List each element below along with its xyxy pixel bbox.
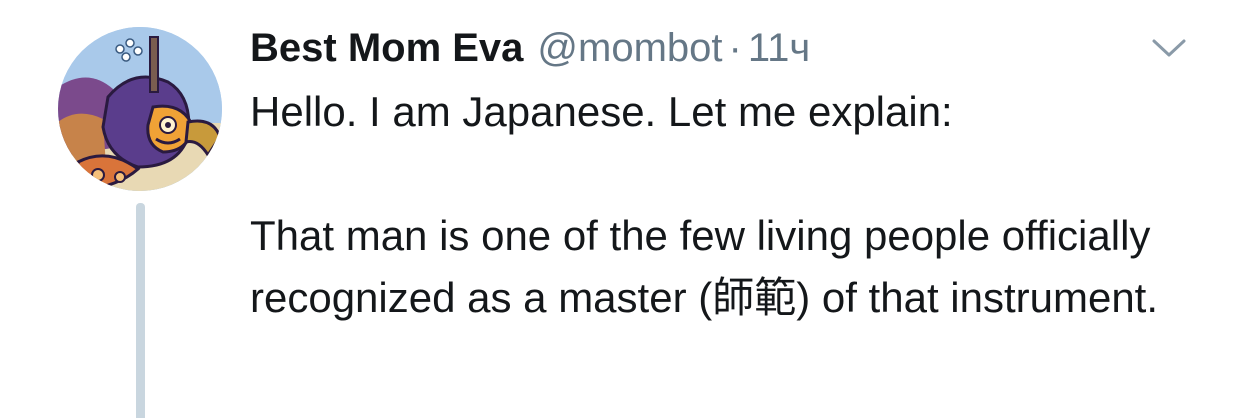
tweet-header: Best Mom Eva @mombot · 11ч [250, 20, 810, 76]
tweet-paragraph: That man is one of the few living people… [250, 212, 1159, 321]
timestamp[interactable]: 11ч [748, 20, 810, 76]
tweet-paragraph: Hello. I am Japanese. Let me explain: [250, 88, 953, 135]
chevron-down-icon[interactable] [1150, 36, 1188, 62]
avatar[interactable] [58, 27, 222, 191]
thread-connector-line [136, 203, 145, 418]
tweet[interactable]: Best Mom Eva @mombot · 11ч Hello. I am J… [0, 0, 1239, 418]
separator-dot: · [728, 26, 742, 70]
tweet-text: Hello. I am Japanese. Let me explain: Th… [250, 81, 1210, 329]
user-handle[interactable]: @mombot [537, 20, 722, 76]
avatar-illustration [58, 27, 222, 191]
display-name[interactable]: Best Mom Eva [250, 20, 523, 76]
